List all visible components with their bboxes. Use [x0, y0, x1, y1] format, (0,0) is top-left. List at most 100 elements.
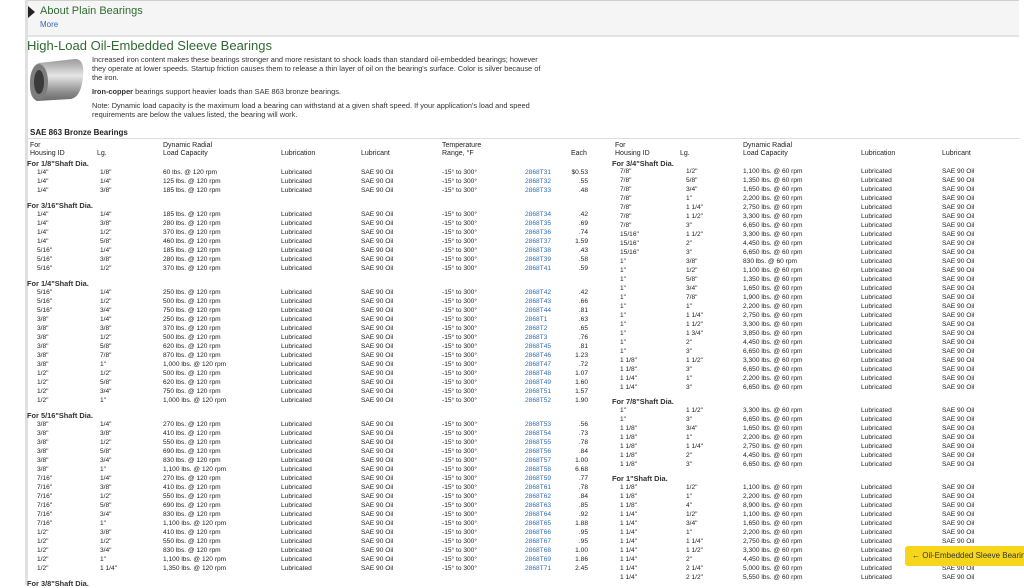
load-capacity: 6,650 lbs. @ 60 rpm — [743, 222, 803, 229]
length: 3/4" — [686, 425, 698, 432]
housing-id: 7/8" — [620, 168, 632, 175]
lubricant: SAE 90 Oil — [942, 231, 975, 238]
lubrication: Lubricated — [861, 222, 892, 229]
about-link[interactable]: About Plain Bearings — [40, 5, 143, 17]
housing-id: 7/8" — [620, 204, 632, 211]
length: 1 1/2" — [686, 213, 704, 220]
lubrication: Lubricated — [861, 249, 892, 256]
load-capacity: 2,200 lbs. @ 60 rpm — [743, 529, 803, 536]
lubrication: Lubricated — [861, 348, 892, 355]
load-capacity: 6,650 lbs. @ 60 rpm — [743, 366, 803, 373]
load-capacity: 2,750 lbs. @ 60 rpm — [743, 312, 803, 319]
about-plain-bearings-bar[interactable]: About Plain Bearings More — [28, 0, 1024, 37]
table-row: 1" 1/2" 1,100 lbs. @ 60 rpm Lubricated SAE 9… — [0, 267, 1019, 276]
housing-id: 1 1/8" — [620, 461, 638, 468]
iron-copper-term: Iron-copper — [92, 87, 134, 96]
more-link[interactable]: More — [40, 20, 58, 29]
housing-id: 1" — [620, 303, 627, 310]
length: 1 1/4" — [686, 312, 704, 319]
housing-id: 7/8" — [620, 213, 632, 220]
lubricant: SAE 90 Oil — [942, 285, 975, 292]
table-row: 7/8" 1 1/2" 3,300 lbs. @ 60 rpm Lubricated S… — [0, 213, 1019, 222]
lubrication: Lubricated — [861, 556, 892, 563]
length: 5/8" — [686, 177, 698, 184]
load-capacity: 3,300 lbs. @ 60 rpm — [743, 231, 803, 238]
table-row: 1" 3/8" 830 lbs. @ 60 rpm Lubricated SAE 90 … — [0, 258, 1019, 267]
load-capacity: 1,350 lbs. @ 60 rpm — [743, 177, 803, 184]
table-row: 1" 2" 4,450 lbs. @ 60 rpm Lubricated SAE 90 … — [0, 339, 1019, 348]
lubrication: Lubricated — [861, 384, 892, 391]
lubrication: Lubricated — [861, 312, 892, 319]
length: 1" — [100, 397, 107, 404]
section-divider — [28, 138, 1024, 139]
load-capacity: 3,300 lbs. @ 60 rpm — [743, 321, 803, 328]
lubricant: SAE 90 Oil — [942, 493, 975, 500]
housing-id: 1" — [620, 276, 627, 283]
length: 1" — [686, 375, 693, 382]
lubrication: Lubricated — [861, 461, 892, 468]
group-title: For 3/4"Shaft Dia. — [612, 159, 674, 168]
housing-id: 1 1/4" — [620, 574, 638, 581]
housing-id: 1 1/8" — [620, 493, 638, 500]
length: 3/4" — [686, 520, 698, 527]
table-row: 1" 1 1/4" 2,750 lbs. @ 60 rpm Lubricated SAE… — [0, 312, 1019, 321]
load-capacity: 2,750 lbs. @ 60 rpm — [743, 204, 803, 211]
length: 1/2" — [686, 511, 698, 518]
lubricant: SAE 90 Oil — [942, 357, 975, 364]
col-header-lubrication: Lubrication — [281, 150, 316, 157]
housing-id: 1 1/8" — [620, 502, 638, 509]
housing-id: 1 1/4" — [620, 529, 638, 536]
lubricant: SAE 90 Oil — [942, 321, 975, 328]
lubricant: SAE 90 Oil — [942, 384, 975, 391]
housing-id: 1 1/4" — [620, 384, 638, 391]
length: 2" — [686, 452, 693, 459]
lubricant: SAE 90 Oil — [942, 452, 975, 459]
lubricant: SAE 90 Oil — [942, 267, 975, 274]
load-capacity: 6,650 lbs. @ 60 rpm — [743, 249, 803, 256]
table-row: 1 1/4" 1/2" 1,100 lbs. @ 60 rpm Lubricated S… — [0, 511, 1019, 520]
load-capacity: 2,200 lbs. @ 60 rpm — [743, 195, 803, 202]
load-capacity: 3,300 lbs. @ 60 rpm — [743, 547, 803, 554]
length: 3/4" — [686, 186, 698, 193]
load-capacity: 1,100 lbs. @ 60 rpm — [743, 511, 803, 518]
housing-id: 7/16" — [37, 475, 53, 482]
housing-id: 15/16" — [620, 249, 639, 256]
lubrication: Lubricated — [861, 511, 892, 518]
length: 1 1/2" — [686, 407, 704, 414]
col-header-lg-right: Lg. — [680, 150, 690, 157]
part-number-link[interactable]: 2868T59 — [525, 475, 551, 482]
lubricant: SAE 90 Oil — [942, 195, 975, 202]
length: 1" — [686, 493, 693, 500]
expand-triangle-icon[interactable] — [28, 6, 35, 18]
housing-id: 1 1/8" — [620, 366, 638, 373]
length: 2" — [686, 339, 693, 346]
table-row: 1 1/8" 3" 6,650 lbs. @ 60 rpm Lubricated SAE… — [0, 461, 1019, 470]
desc-paragraph-2: Iron-copper bearings support heavier loa… — [92, 87, 547, 96]
lubricant: SAE 90 Oil — [942, 407, 975, 414]
length: 7/8" — [686, 294, 698, 301]
housing-id: 1 1/4" — [620, 538, 638, 545]
col-header-for: For Housing ID — [30, 142, 65, 158]
housing-id: 1" — [620, 416, 627, 423]
length: 1 1/4" — [686, 443, 704, 450]
table-row: 1 1/4" 1 1/2" 3,300 lbs. @ 60 rpm Lubricate… — [0, 547, 1019, 556]
lubrication: Lubricated — [861, 565, 892, 572]
lubrication: Lubricated — [861, 574, 892, 581]
col-header-lubricant: Lubricant — [361, 150, 390, 157]
col-header-load-right: Dynamic Radial Load Capacity — [743, 142, 792, 158]
lubrication: Lubricated — [861, 357, 892, 364]
part-number-link[interactable]: 2868T52 — [525, 397, 551, 404]
housing-id: 1 1/8" — [620, 434, 638, 441]
back-to-sleeve-bearings-button[interactable]: ← Oil-Embedded Sleeve Bearings — [905, 546, 1024, 566]
lubricant: SAE 90 Oil — [942, 204, 975, 211]
table-row: 1 1/4" 2 1/2" 5,550 lbs. @ 60 rpm Lubricate… — [0, 574, 1019, 583]
load-capacity: 2,200 lbs. @ 60 rpm — [743, 303, 803, 310]
table-row: 15/16" 2" 4,450 lbs. @ 60 rpm Lubricated SAE… — [0, 240, 1019, 249]
lubricant: SAE 90 Oil — [942, 375, 975, 382]
housing-id: 15/16" — [620, 240, 639, 247]
col-header-for-right: For Housing ID — [615, 142, 650, 158]
lubricant: SAE 90 Oil — [942, 416, 975, 423]
load-capacity: 4,450 lbs. @ 60 rpm — [743, 240, 803, 247]
lubrication: Lubricated — [861, 425, 892, 432]
length: 1/4" — [100, 475, 112, 482]
